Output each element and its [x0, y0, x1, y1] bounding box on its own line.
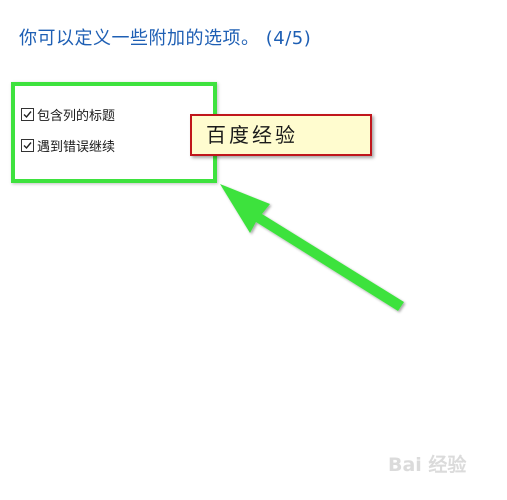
annotation-arrow-icon: [220, 184, 404, 311]
baidu-watermark-logo: Bai 经验: [388, 454, 467, 476]
